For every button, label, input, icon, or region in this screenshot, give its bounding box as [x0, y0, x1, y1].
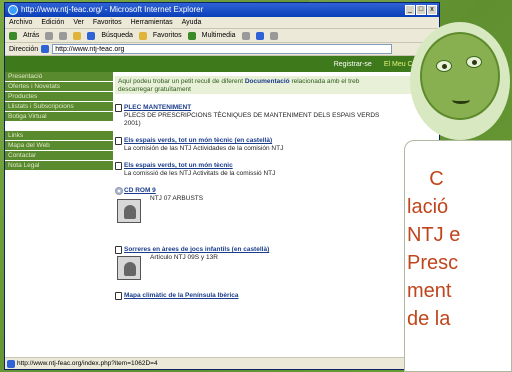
browser-window: http://www.ntj-feac.org/ - Microsoft Int… [4, 2, 440, 370]
intro-prefix: Aquí podeu trobar un petit recull de dif… [118, 78, 245, 85]
back-button[interactable]: Atrás [23, 29, 39, 43]
document-icon [115, 246, 122, 254]
entry-title[interactable]: Els espais verds, tot un món tècnic [124, 162, 439, 170]
home-icon[interactable] [73, 31, 82, 40]
shrub-thumbnail[interactable] [117, 199, 141, 223]
print-icon[interactable] [269, 31, 278, 40]
cd-icon [115, 187, 123, 195]
menu-bar: Archivo Edición Ver Favoritos Herramient… [5, 17, 439, 29]
sidebar-item-nota-legal[interactable]: Nota Legal [5, 161, 113, 170]
promo-card: C lació NTJ e Presc ment de la [404, 140, 512, 372]
stop-icon[interactable] [45, 31, 54, 40]
promo-line-5: ment [407, 280, 452, 302]
sidebar-item-ofertes[interactable]: Ofertes i Novetats [5, 82, 113, 91]
mascot-character [410, 22, 510, 140]
register-link[interactable]: Registrar-se [334, 61, 372, 68]
toolbar: Atrás Búsqueda Favoritos Multimedia [5, 29, 439, 43]
intro-text: Aquí podeu trobar un petit recull de dif… [115, 76, 439, 94]
promo-line-6: de la [407, 308, 451, 330]
entry-description: PLECS DE PRESCRIPCIONS TÈCNIQUES DE MANT… [124, 112, 380, 119]
address-input[interactable] [52, 44, 393, 54]
back-icon[interactable] [9, 31, 17, 40]
sidebar-item-presentacio[interactable]: Presentació [5, 72, 113, 81]
list-item: Els espais verds, tot un món tècnic La c… [115, 162, 439, 178]
sidebar-item-botiga[interactable]: Botiga Virtual [5, 112, 113, 121]
entry-title[interactable]: CD ROM 9 [124, 187, 439, 195]
sidebar-spacer [5, 122, 113, 131]
menu-archivo[interactable]: Archivo [9, 17, 32, 28]
media-button[interactable]: Multimedia [202, 29, 236, 43]
intro-line2: descarregar gratuïtament [118, 86, 191, 93]
page-icon [41, 45, 50, 53]
entry-title[interactable]: Sorreres en àrees de jocs infantils (en … [124, 246, 439, 254]
entry-description: La comisión de las NTJ Actividades de la… [124, 145, 284, 152]
status-page-icon [7, 360, 15, 368]
close-button[interactable]: x [427, 5, 437, 15]
mail-icon[interactable] [255, 31, 264, 40]
history-icon[interactable] [241, 31, 250, 40]
search-icon[interactable] [87, 31, 96, 40]
entry-title[interactable]: PLEC MANTENIMENT [124, 104, 439, 112]
mascot-head [420, 32, 500, 120]
media-icon[interactable] [187, 31, 196, 40]
sidebar-item-llistats[interactable]: Llistats i Subscripcions [5, 102, 113, 111]
menu-ayuda[interactable]: Ayuda [182, 17, 202, 28]
menu-herramientas[interactable]: Herramientas [131, 17, 173, 28]
window-title: http://www.ntj-feac.org/ - Microsoft Int… [21, 5, 204, 14]
list-item: Els espais verds, tot un món tècnic (en … [115, 137, 439, 153]
list-item: Sorreres en àrees de jocs infantils (en … [115, 246, 439, 286]
list-item: Mapa climàtic de la Península Ibèrica [115, 292, 439, 300]
mascot-mouth [452, 96, 470, 104]
promo-line-1: C [407, 168, 444, 190]
list-item: PLEC MANTENIMENT PLECS DE PRESCRIPCIONS … [115, 104, 439, 128]
document-icon [115, 137, 122, 145]
search-button[interactable]: Búsqueda [101, 29, 133, 43]
document-icon [115, 104, 122, 112]
promo-line-2: lació [407, 196, 449, 218]
entry-description: Artículo NTJ 09S y 13R [150, 254, 218, 261]
status-text: http://www.ntj-feac.org/index.php?item=1… [17, 360, 158, 367]
status-bar: http://www.ntj-feac.org/index.php?item=1… [5, 357, 439, 369]
document-icon [115, 292, 122, 300]
mascot-eye-left [436, 60, 452, 72]
web-page: Registrar-se El Meu Carret Presentació O… [5, 56, 439, 359]
entry-description: NTJ 07 ARBUSTS [150, 195, 204, 202]
list-item: CD ROM 9 NTJ 07 ARBUSTS [115, 187, 439, 237]
document-icon [115, 162, 122, 170]
mascot-eye-right [466, 56, 482, 68]
sidebar-item-links[interactable]: Links [5, 131, 113, 140]
mascot-pupil [442, 64, 447, 69]
main-content: Aquí podeu trobar un petit recull de dif… [115, 76, 439, 300]
intro-suffix: relacionada amb el treb [289, 78, 360, 85]
promo-text: C lació NTJ e Presc ment de la [407, 165, 511, 333]
sidebar-item-productes[interactable]: Productes [5, 92, 113, 101]
sidebar-item-mapa[interactable]: Mapa del Web [5, 141, 113, 150]
entry-title[interactable]: Els espais verds, tot un món tècnic (en … [124, 137, 439, 145]
site-sidebar: Presentació Ofertes i Novetats Productes… [5, 72, 113, 359]
favorites-icon[interactable] [138, 31, 147, 40]
menu-favoritos[interactable]: Favoritos [93, 17, 122, 28]
address-bar: Dirección [5, 43, 439, 56]
title-bar: http://www.ntj-feac.org/ - Microsoft Int… [5, 3, 439, 17]
site-top-nav: Registrar-se El Meu Carret [5, 56, 439, 72]
address-label: Dirección [9, 45, 39, 53]
favorites-button[interactable]: Favoritos [153, 29, 182, 43]
mascot-pupil [472, 60, 477, 65]
minimize-button[interactable]: _ [405, 5, 415, 15]
background: http://www.ntj-feac.org/ - Microsoft Int… [0, 0, 512, 372]
menu-ver[interactable]: Ver [73, 17, 84, 28]
entry-description: La comissió de les NTJ Activitats de la … [124, 170, 276, 177]
refresh-icon[interactable] [59, 31, 68, 40]
maximize-button[interactable]: □ [416, 5, 426, 15]
promo-line-3: NTJ e [407, 224, 461, 246]
playground-thumbnail[interactable] [117, 256, 141, 280]
sidebar-item-contactar[interactable]: Contactar [5, 151, 113, 160]
entry-description-line2: 2001) [124, 120, 141, 127]
menu-edicion[interactable]: Edición [41, 17, 64, 28]
window-controls: _ □ x [405, 5, 437, 15]
intro-bold: Documentació [244, 78, 290, 85]
entry-title[interactable]: Mapa climàtic de la Península Ibèrica [124, 292, 439, 300]
ie-logo-icon [8, 5, 18, 15]
promo-line-4: Presc [407, 252, 459, 274]
